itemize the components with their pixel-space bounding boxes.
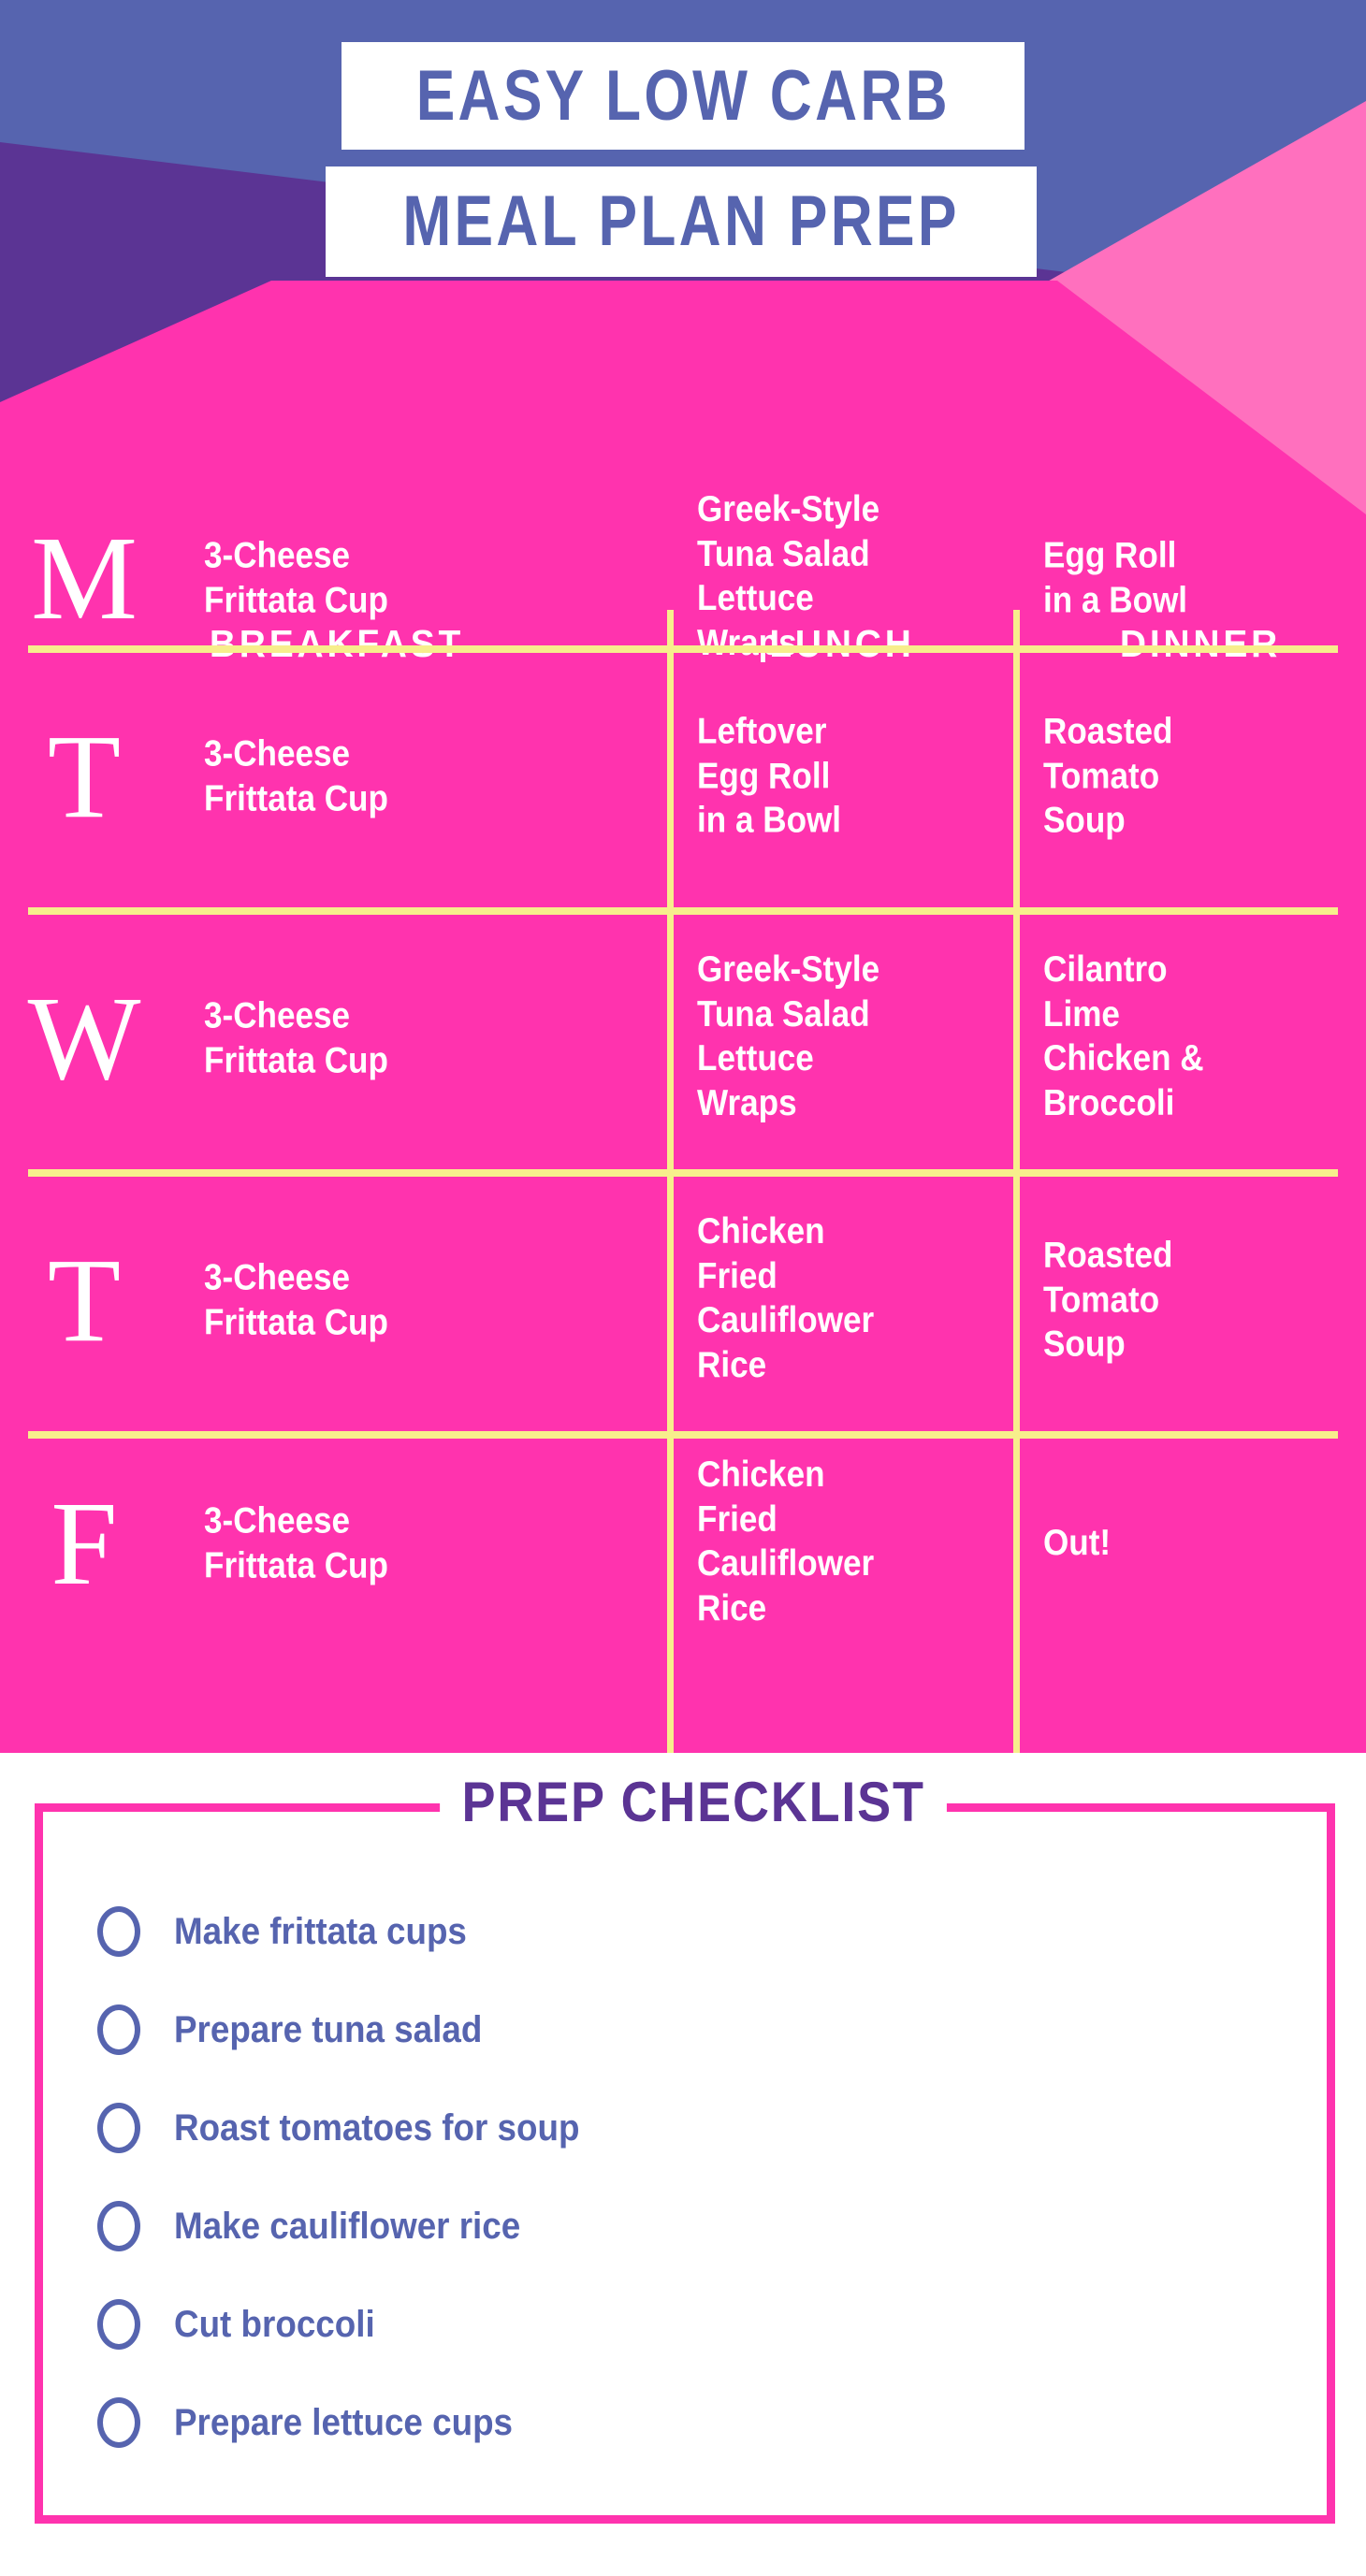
day-letter-friday: F	[51, 1477, 118, 1610]
checklist-item-label: Prepare lettuce cups	[174, 2401, 514, 2443]
checklist-item[interactable]: Cut broccoli	[97, 2275, 1267, 2373]
column-divider-breakfast-lunch	[667, 610, 674, 1753]
cell-thursday-dinner: Roasted Tomato Soup	[1043, 1235, 1173, 1365]
title-box-line-1: EASY LOW CARB	[342, 42, 1024, 150]
cell-tuesday-breakfast: 3-Cheese Frittata Cup	[204, 733, 388, 818]
checklist-item[interactable]: Prepare lettuce cups	[97, 2373, 1267, 2471]
row-divider-1	[28, 645, 1338, 653]
checkbox-circle-icon[interactable]	[97, 1905, 140, 1957]
day-letter-monday: M	[31, 512, 138, 644]
column-header-breakfast: BREAKFAST	[209, 622, 465, 665]
cell-thursday-breakfast: 3-Cheese Frittata Cup	[204, 1257, 388, 1342]
cell-tuesday-dinner: Roasted Tomato Soup	[1043, 711, 1173, 841]
checkbox-circle-icon[interactable]	[97, 2396, 140, 2448]
cell-monday-lunch: Greek-Style Tuna Salad Lettuce Wraps	[697, 488, 880, 663]
cell-monday-dinner: Egg Roll in a Bowl	[1043, 535, 1188, 620]
checkbox-circle-icon[interactable]	[97, 2298, 140, 2350]
day-letter-tuesday: T	[47, 710, 122, 843]
checklist-item[interactable]: Prepare tuna salad	[97, 1980, 1267, 2078]
meal-plan-infographic: EASY LOW CARB MEAL PLAN PREP BREAKFAST L…	[0, 0, 1366, 2576]
cell-thursday-lunch: Chicken Fried Cauliflower Rice	[697, 1210, 875, 1385]
checklist-title: PREP CHECKLIST	[439, 1769, 948, 1836]
cell-friday-dinner: Out!	[1043, 1523, 1112, 1564]
cell-wednesday-breakfast: 3-Cheese Frittata Cup	[204, 995, 388, 1080]
cell-wednesday-lunch: Greek-Style Tuna Salad Lettuce Wraps	[697, 948, 880, 1123]
cell-monday-breakfast: 3-Cheese Frittata Cup	[204, 535, 388, 620]
page-title-line-2: MEAL PLAN PREP	[402, 181, 960, 261]
checkbox-circle-icon[interactable]	[97, 2200, 140, 2251]
checklist-item[interactable]: Make cauliflower rice	[97, 2177, 1267, 2275]
checklist-item-label: Cut broccoli	[174, 2303, 375, 2345]
checklist-item[interactable]: Make frittata cups	[97, 1882, 1267, 1980]
cell-wednesday-dinner: Cilantro Lime Chicken & Broccoli	[1043, 948, 1204, 1123]
page-title-line-1: EASY LOW CARB	[415, 55, 951, 136]
day-letter-thursday: T	[47, 1234, 122, 1367]
checkbox-circle-icon[interactable]	[97, 2102, 140, 2153]
checklist-title-wrap: PREP CHECKLIST	[43, 1769, 1344, 1836]
checklist-item-label: Make cauliflower rice	[174, 2205, 521, 2247]
column-divider-lunch-dinner	[1013, 610, 1020, 1753]
row-divider-3	[28, 1169, 1338, 1177]
meal-plan-table: BREAKFAST LUNCH DINNER M 3-Cheese Fritta…	[0, 281, 1366, 1753]
checklist-item-label: Make frittata cups	[174, 1910, 467, 1952]
day-letter-wednesday: W	[27, 972, 141, 1105]
column-header-dinner: DINNER	[1119, 622, 1282, 665]
checklist-items: Make frittata cups Prepare tuna salad Ro…	[97, 1882, 1267, 2471]
cell-friday-breakfast: 3-Cheese Frittata Cup	[204, 1500, 388, 1585]
cell-friday-lunch: Chicken Fried Cauliflower Rice	[697, 1454, 875, 1628]
row-divider-2	[28, 907, 1338, 915]
checklist-item[interactable]: Roast tomatoes for soup	[97, 2078, 1267, 2177]
cell-tuesday-lunch: Leftover Egg Roll in a Bowl	[697, 711, 842, 841]
checkbox-circle-icon[interactable]	[97, 2004, 140, 2055]
checklist-item-label: Prepare tuna salad	[174, 2008, 483, 2050]
row-divider-4	[28, 1431, 1338, 1439]
title-box-line-2: MEAL PLAN PREP	[326, 166, 1037, 277]
prep-checklist-panel: PREP CHECKLIST Make frittata cups Prepar…	[35, 1769, 1335, 2524]
checklist-item-label: Roast tomatoes for soup	[174, 2106, 580, 2149]
